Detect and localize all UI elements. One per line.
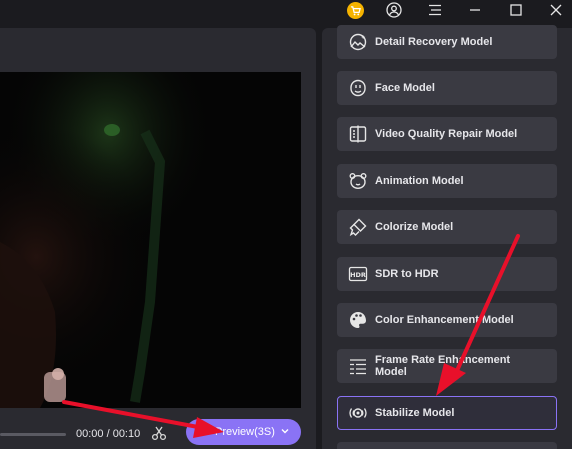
model-label: Face Model xyxy=(375,82,435,94)
playback-time: 00:00 / 00:10 xyxy=(76,428,141,440)
face-icon xyxy=(347,77,369,99)
frame-rate-icon xyxy=(347,355,369,377)
model-label: Detail Recovery Model xyxy=(375,36,493,48)
maximize-icon xyxy=(510,4,522,16)
scissors-icon xyxy=(151,426,167,441)
menu-icon xyxy=(429,4,441,16)
model-stabilize[interactable]: Stabilize Model xyxy=(337,396,557,430)
minimize-button[interactable] xyxy=(460,0,490,20)
title-bar xyxy=(0,0,572,22)
animation-bear-icon xyxy=(347,170,369,192)
model-face[interactable]: Face Model xyxy=(337,71,557,105)
model-colorize[interactable]: Colorize Model xyxy=(337,210,557,244)
detail-recovery-icon xyxy=(347,31,369,53)
preview-button[interactable]: Preview(3S) xyxy=(186,419,301,445)
video-frame xyxy=(0,72,301,408)
model-label: Color Enhancement Model xyxy=(375,314,514,326)
model-animation[interactable]: Animation Model xyxy=(337,164,557,198)
preview-button-label: Preview(3S) xyxy=(215,426,275,438)
model-detail-recovery[interactable]: Detail Recovery Model xyxy=(337,25,557,59)
colorize-brush-icon xyxy=(347,216,369,238)
model-next-partial[interactable] xyxy=(337,442,557,449)
trim-button[interactable] xyxy=(151,425,167,441)
model-video-quality-repair[interactable]: Video Quality Repair Model xyxy=(337,117,557,151)
model-label: SDR to HDR xyxy=(375,268,439,280)
minimize-icon xyxy=(470,9,480,11)
timeline-track[interactable] xyxy=(0,433,66,436)
menu-button[interactable] xyxy=(420,0,450,20)
user-icon xyxy=(386,2,402,18)
hdr-icon: HDR xyxy=(347,263,369,285)
account-button[interactable] xyxy=(379,0,409,20)
model-frame-rate-enhancement[interactable]: Frame Rate Enhancement Model xyxy=(337,349,557,383)
model-label: Animation Model xyxy=(375,175,464,187)
model-label: Stabilize Model xyxy=(375,407,455,419)
model-label: Video Quality Repair Model xyxy=(375,128,518,140)
close-icon xyxy=(550,4,562,16)
video-repair-icon xyxy=(347,123,369,145)
close-button[interactable] xyxy=(541,0,571,20)
maximize-button[interactable] xyxy=(501,0,531,20)
model-label: Frame Rate Enhancement Model xyxy=(375,354,511,378)
chevron-down-icon[interactable] xyxy=(280,426,290,436)
model-sdr-to-hdr[interactable]: HDR SDR to HDR xyxy=(337,257,557,291)
video-preview[interactable] xyxy=(0,72,301,408)
stabilize-icon xyxy=(347,402,369,424)
model-label: Colorize Model xyxy=(375,221,454,233)
cart-icon xyxy=(346,1,364,19)
cart-button[interactable] xyxy=(340,0,370,20)
palette-icon xyxy=(347,309,369,331)
model-color-enhancement[interactable]: Color Enhancement Model xyxy=(337,303,557,337)
svg-text:HDR: HDR xyxy=(350,271,366,279)
